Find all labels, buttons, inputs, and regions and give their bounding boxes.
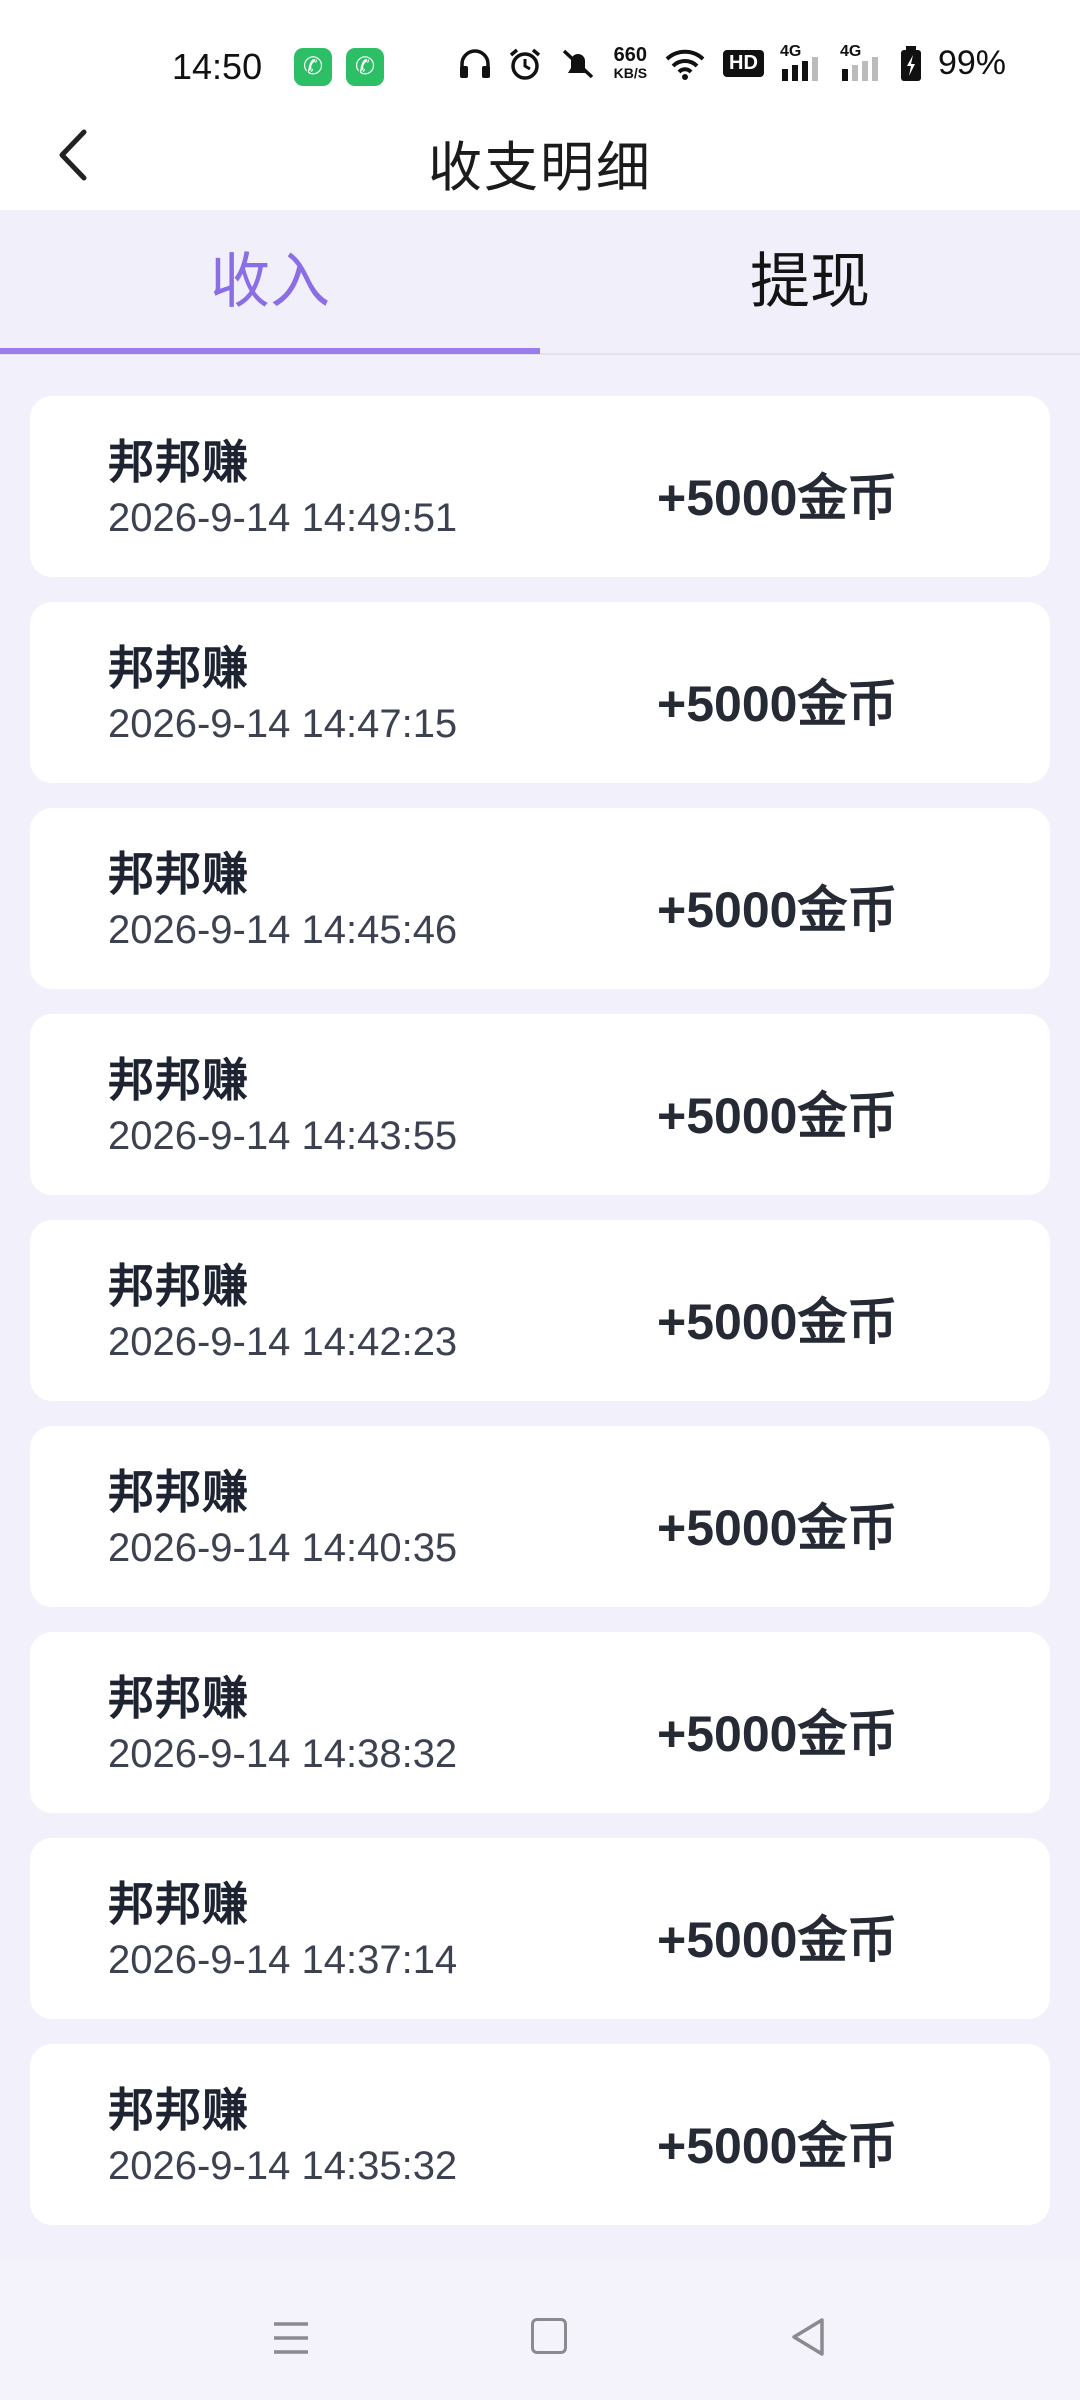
menu-icon[interactable] bbox=[272, 2320, 310, 2356]
back-triangle-icon[interactable] bbox=[788, 2316, 828, 2358]
record-amount: +5000金币 bbox=[657, 1500, 898, 1556]
record-source: 邦邦赚 bbox=[108, 1878, 249, 1930]
record-time: 2026-9-14 14:40:35 bbox=[108, 1526, 458, 1570]
record-source: 邦邦赚 bbox=[108, 2084, 249, 2136]
net-speed-value: 660 bbox=[613, 43, 647, 66]
record-amount: +5000金币 bbox=[657, 470, 898, 526]
tab-withdraw[interactable]: 提现 bbox=[540, 210, 1080, 354]
record-source: 邦邦赚 bbox=[108, 1672, 249, 1724]
record-amount: +5000金币 bbox=[657, 1706, 898, 1762]
phone-app-icon: ✆ bbox=[294, 48, 332, 86]
record-source: 邦邦赚 bbox=[108, 1054, 249, 1106]
list-item[interactable]: 邦邦赚 2026-9-14 14:49:51 +5000金币 bbox=[30, 396, 1050, 577]
list-item[interactable]: 邦邦赚 2026-9-14 14:38:32 +5000金币 bbox=[30, 1632, 1050, 1813]
tab-bar: 收入 提现 bbox=[0, 210, 1080, 355]
record-amount: +5000金币 bbox=[657, 1912, 898, 1968]
record-time: 2026-9-14 14:35:32 bbox=[108, 2144, 458, 2188]
list-item[interactable]: 邦邦赚 2026-9-14 14:42:23 +5000金币 bbox=[30, 1220, 1050, 1401]
list-item[interactable]: 邦邦赚 2026-9-14 14:40:35 +5000金币 bbox=[30, 1426, 1050, 1607]
record-source: 邦邦赚 bbox=[108, 1260, 249, 1312]
phone-app-icon: ✆ bbox=[346, 48, 384, 86]
active-tab-indicator bbox=[0, 348, 540, 354]
record-source: 邦邦赚 bbox=[108, 1466, 249, 1518]
record-time: 2026-9-14 14:42:23 bbox=[108, 1320, 458, 1364]
signal-icon: 4G bbox=[780, 43, 824, 81]
battery-percent: 99% bbox=[937, 44, 1006, 82]
net-speed: 660 KB/S bbox=[613, 43, 648, 82]
record-time: 2026-9-14 14:37:14 bbox=[108, 1938, 458, 1982]
status-icons: 660 KB/S HD 4G 4G 99% bbox=[458, 43, 1006, 83]
headphones-icon bbox=[459, 48, 490, 78]
record-amount: +5000金币 bbox=[657, 1294, 898, 1350]
record-source: 邦邦赚 bbox=[108, 642, 249, 694]
alarm-icon bbox=[509, 48, 540, 80]
record-source: 邦邦赚 bbox=[108, 436, 249, 488]
battery-icon bbox=[900, 45, 921, 81]
list-item[interactable]: 邦邦赚 2026-9-14 14:35:32 +5000金币 bbox=[30, 2044, 1050, 2225]
record-source: 邦邦赚 bbox=[108, 848, 249, 900]
record-time: 2026-9-14 14:45:46 bbox=[108, 908, 458, 952]
tab-income[interactable]: 收入 bbox=[0, 210, 540, 354]
system-nav-bar bbox=[0, 2260, 1080, 2400]
signal-icon: 4G bbox=[840, 43, 884, 81]
record-amount: +5000金币 bbox=[657, 882, 898, 938]
wifi-icon bbox=[665, 49, 705, 80]
record-amount: +5000金币 bbox=[657, 676, 898, 732]
list-item[interactable]: 邦邦赚 2026-9-14 14:45:46 +5000金币 bbox=[30, 808, 1050, 989]
record-time: 2026-9-14 14:38:32 bbox=[108, 1732, 458, 1776]
list-item[interactable]: 邦邦赚 2026-9-14 14:37:14 +5000金币 bbox=[30, 1838, 1050, 2019]
list-item[interactable]: 邦邦赚 2026-9-14 14:43:55 +5000金币 bbox=[30, 1014, 1050, 1195]
list-item[interactable]: 邦邦赚 2026-9-14 14:47:15 +5000金币 bbox=[30, 602, 1050, 783]
status-time: 14:50 bbox=[172, 46, 263, 87]
record-time: 2026-9-14 14:49:51 bbox=[108, 496, 458, 540]
hd-icon: HD bbox=[723, 50, 764, 77]
page-title: 收支明细 bbox=[428, 138, 652, 198]
app-header: 收支明细 bbox=[0, 102, 1080, 210]
record-amount: +5000金币 bbox=[657, 2118, 898, 2174]
net-speed-unit: KB/S bbox=[613, 64, 648, 81]
mute-icon bbox=[562, 49, 593, 78]
record-time: 2026-9-14 14:47:15 bbox=[108, 702, 458, 746]
home-icon[interactable] bbox=[531, 2318, 567, 2354]
record-time: 2026-9-14 14:43:55 bbox=[108, 1114, 458, 1158]
record-amount: +5000金币 bbox=[657, 1088, 898, 1144]
